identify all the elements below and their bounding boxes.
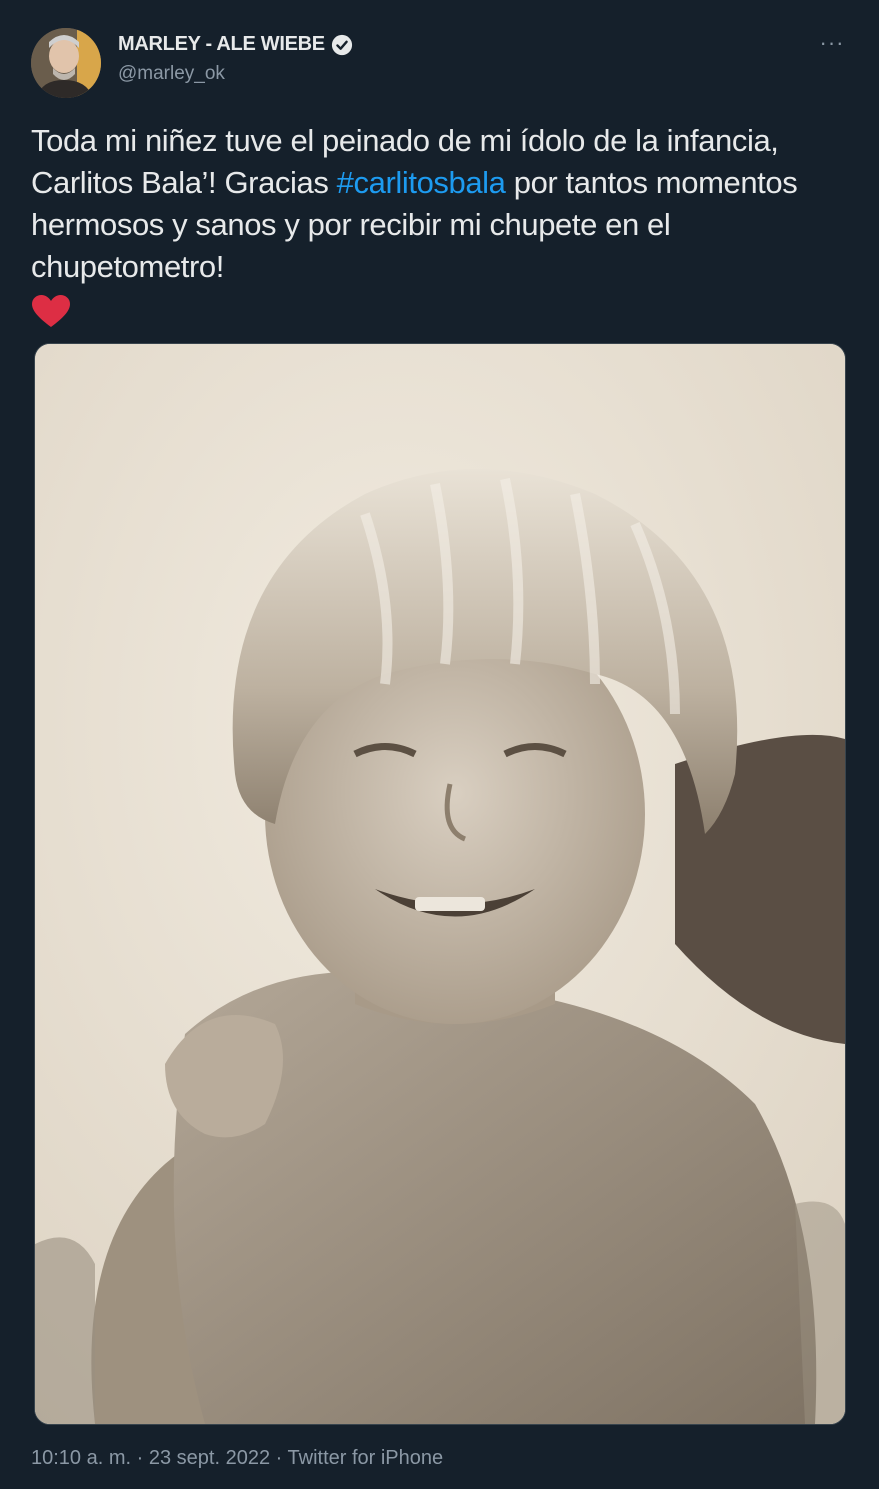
tweet-timestamp[interactable]: 10:10 a. m. <box>31 1447 131 1469</box>
meta-separator: · <box>136 1447 144 1469</box>
meta-separator-2: · <box>275 1447 283 1469</box>
author-name-row[interactable]: MARLEY - ALE WIEBE <box>118 33 353 56</box>
hashtag-link[interactable]: #carlitosbala <box>337 165 506 200</box>
author-display-name[interactable]: MARLEY - ALE WIEBE <box>118 33 325 56</box>
author-handle[interactable]: @marley_ok <box>118 63 225 85</box>
tweet: MARLEY - ALE WIEBE @marley_ok ··· Toda m… <box>0 0 879 1489</box>
avatar[interactable] <box>31 28 101 98</box>
more-options-icon[interactable]: ··· <box>814 30 850 60</box>
child-photo-image <box>35 344 845 1424</box>
heart-emoji <box>32 295 70 327</box>
verified-badge-icon <box>331 34 352 55</box>
tweet-source: Twitter for iPhone <box>287 1447 444 1469</box>
tweet-photo[interactable] <box>34 343 846 1425</box>
tweet-meta: 10:10 a. m. · 23 sept. 2022 · Twitter fo… <box>31 1447 443 1470</box>
avatar-image <box>31 28 101 98</box>
tweet-date[interactable]: 23 sept. 2022 <box>149 1447 270 1469</box>
tweet-text: Toda mi niñez tuve el peinado de mi ídol… <box>31 120 831 328</box>
